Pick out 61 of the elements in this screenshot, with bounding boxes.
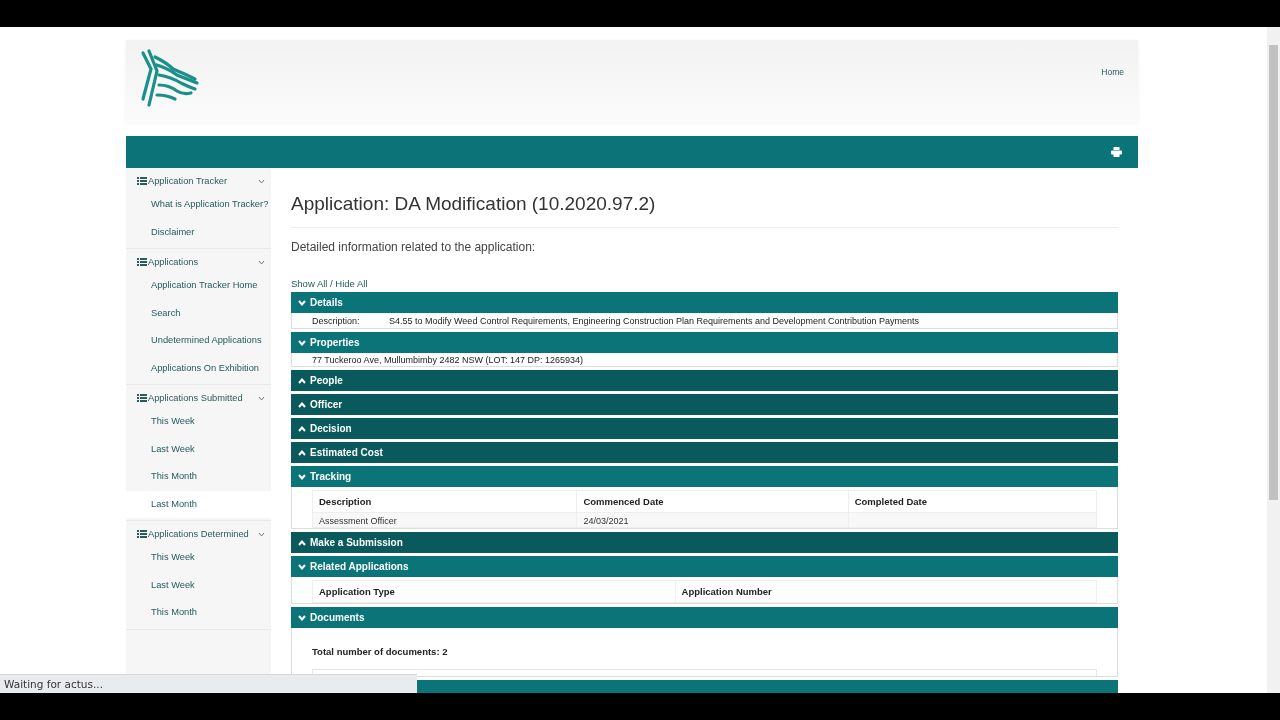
sidebar-link[interactable]: Last Week — [126, 435, 271, 463]
print-icon[interactable] — [1111, 147, 1122, 157]
chevron-icon — [298, 614, 306, 621]
chevron-icon — [298, 401, 306, 408]
list-icon — [137, 177, 147, 185]
sidebar-link[interactable]: Last Month — [126, 490, 271, 518]
field-label: Description: — [312, 316, 361, 326]
list-icon — [137, 394, 147, 402]
chevron-icon — [298, 339, 306, 346]
section-header[interactable]: Tracking — [291, 466, 1118, 487]
sidebar-link[interactable]: What is Application Tracker? — [126, 191, 271, 219]
sidebar-link[interactable]: This Month — [126, 599, 271, 627]
chevron-icon — [298, 539, 306, 546]
home-link[interactable]: Home — [1101, 67, 1124, 77]
sidebar-link[interactable]: This Week — [126, 544, 271, 572]
chevron-icon — [298, 449, 306, 456]
section-header[interactable]: Details — [291, 292, 1118, 313]
column-header: Application Type — [312, 580, 676, 603]
sidebar-link[interactable]: Applications On Exhibition — [126, 354, 271, 382]
column-header: Commenced Date — [576, 490, 849, 513]
section-header[interactable]: People — [291, 370, 1118, 391]
document-count: Total number of documents: 2 — [312, 646, 449, 657]
scrollbar[interactable] — [1267, 27, 1280, 693]
section-header[interactable]: Decision — [291, 418, 1118, 439]
sidebar-link[interactable]: This Week — [126, 408, 271, 436]
chevron-icon — [258, 531, 265, 537]
page-title: Application: DA Modification (10.2020.97.2) — [291, 193, 1118, 228]
chevron-icon — [298, 473, 306, 480]
intro-text: Detailed information related to the application: — [291, 240, 537, 254]
section-header[interactable]: Officer — [291, 394, 1118, 415]
field-value: S4.55 to Modify Weed Control Requirements, Engineering Construction Plan Requirements and Development Contribution Payments — [389, 316, 920, 326]
sidebar-link[interactable]: Disclaimer — [126, 218, 271, 246]
list-icon — [137, 258, 147, 266]
column-header: Application Number — [675, 580, 1097, 603]
section-header[interactable]: Related Applications — [291, 556, 1118, 577]
section-header[interactable]: Documents — [291, 607, 1118, 628]
chevron-icon — [258, 259, 265, 265]
list-icon — [137, 530, 147, 538]
sidebar-group-header[interactable]: Application Tracker — [126, 168, 271, 191]
chevron-icon — [298, 425, 306, 432]
chevron-icon — [298, 563, 306, 570]
sidebar-link[interactable]: Application Tracker Home — [126, 272, 271, 300]
chevron-icon — [298, 377, 306, 384]
sidebar-group-header[interactable]: Applications — [126, 249, 271, 272]
sidebar-link[interactable]: This Month — [126, 463, 271, 491]
chevron-icon — [258, 395, 265, 401]
sidebar-group-header[interactable]: Applications Submitted — [126, 385, 271, 408]
status-bar: Waiting for actus... — [0, 674, 417, 693]
sidebar-link[interactable]: Undetermined Applications — [126, 327, 271, 355]
show-hide-link[interactable]: Show All / Hide All — [291, 278, 368, 289]
column-header: Description — [312, 490, 577, 513]
sidebar-link[interactable]: Search — [126, 299, 271, 327]
section-header[interactable]: Make a Submission — [291, 532, 1118, 553]
section-header[interactable]: Properties — [291, 332, 1118, 353]
chevron-icon — [258, 178, 265, 184]
chevron-icon — [298, 299, 306, 306]
column-header: Completed Date — [848, 490, 1097, 513]
sidebar-group-header[interactable]: Applications Determined — [126, 521, 271, 544]
section-header[interactable]: Estimated Cost — [291, 442, 1118, 463]
property-address: 77 Tuckeroo Ave, Mullumbimby 2482 NSW (LOT: 147 DP: 1265934) — [311, 354, 584, 366]
sidebar-link[interactable]: Last Week — [126, 571, 271, 599]
